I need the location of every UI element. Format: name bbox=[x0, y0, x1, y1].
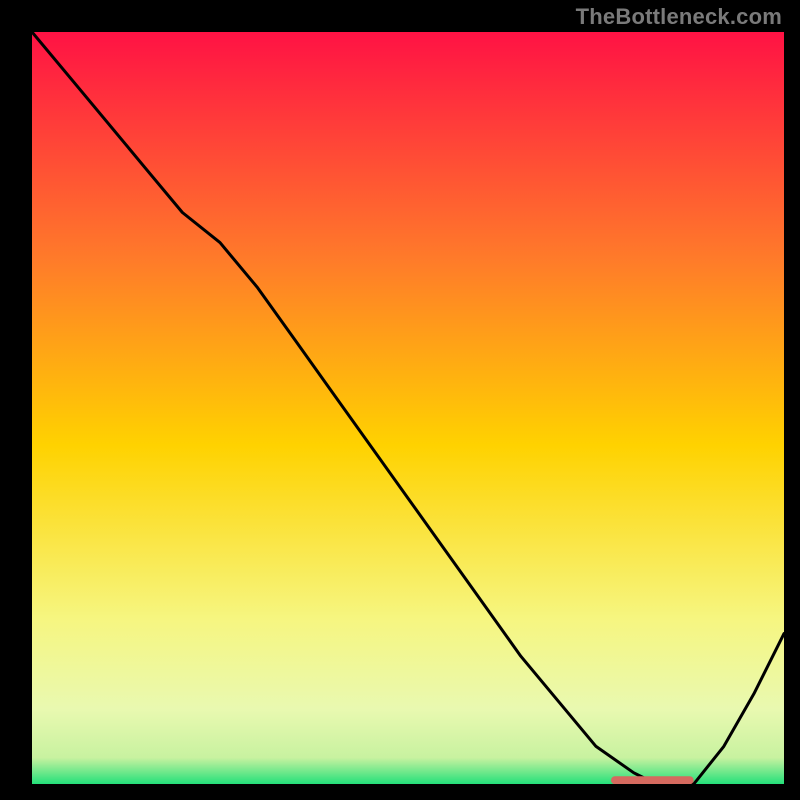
bottleneck-chart bbox=[32, 32, 784, 784]
gradient-background bbox=[32, 32, 784, 784]
chart-frame: TheBottleneck.com bbox=[0, 0, 800, 800]
watermark-text: TheBottleneck.com bbox=[576, 4, 782, 30]
plot-area bbox=[32, 32, 784, 784]
optimal-range-marker bbox=[611, 776, 694, 784]
